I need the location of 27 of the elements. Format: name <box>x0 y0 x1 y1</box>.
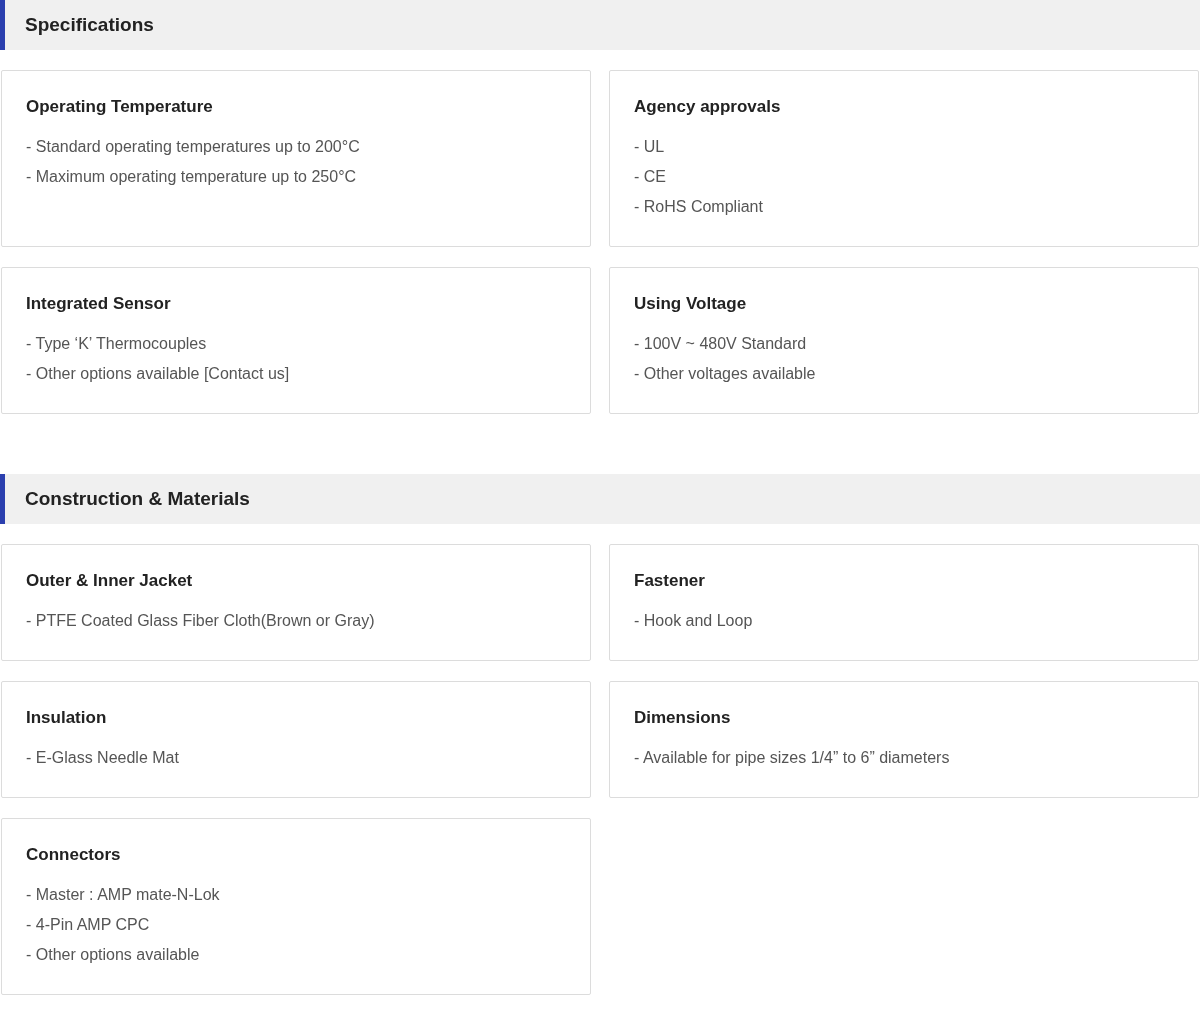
spec-item: - Available for pipe sizes 1/4” to 6” diameters <box>634 748 951 768</box>
spec-item: - Type ‘K’ Thermocouples <box>26 334 208 354</box>
spec-item: - Other voltages available <box>634 364 817 384</box>
card-title: Operating Temperature <box>26 96 214 118</box>
spec-item: - 100V ~ 480V Standard <box>634 334 808 354</box>
spec-item: - Other options available [Contact us] <box>26 364 291 384</box>
spec-item: - 4-Pin AMP CPC <box>26 915 151 935</box>
spec-item: - Hook and Loop <box>634 611 754 631</box>
section-header: Construction & Materials <box>0 474 1200 524</box>
spec-item: - UL <box>634 137 666 157</box>
spec-item: - Other options available <box>26 945 201 965</box>
card-title: Outer & Inner Jacket <box>26 570 194 592</box>
spec-item: - Maximum operating temperature up to 250°C <box>26 167 358 187</box>
card-title: Connectors <box>26 844 122 866</box>
card-title: Using Voltage <box>634 293 748 315</box>
card-title: Dimensions <box>634 707 732 729</box>
spec-item: - Master : AMP mate-N-Lok <box>26 885 221 905</box>
spec-item: - PTFE Coated Glass Fiber Cloth(Brown or Gray) <box>26 611 376 631</box>
spec-item: - E-Glass Needle Mat <box>26 748 180 768</box>
card-title: Agency approvals <box>634 96 782 118</box>
spec-item: - CE <box>634 167 667 187</box>
card-title: Fastener <box>634 570 706 592</box>
card-title: Insulation <box>26 707 108 729</box>
spec-item: - Standard operating temperatures up to 200°C <box>26 137 361 157</box>
spec-item: - RoHS Compliant <box>634 197 764 217</box>
card-title: Integrated Sensor <box>26 293 172 315</box>
section-header: Specifications <box>0 0 1200 50</box>
